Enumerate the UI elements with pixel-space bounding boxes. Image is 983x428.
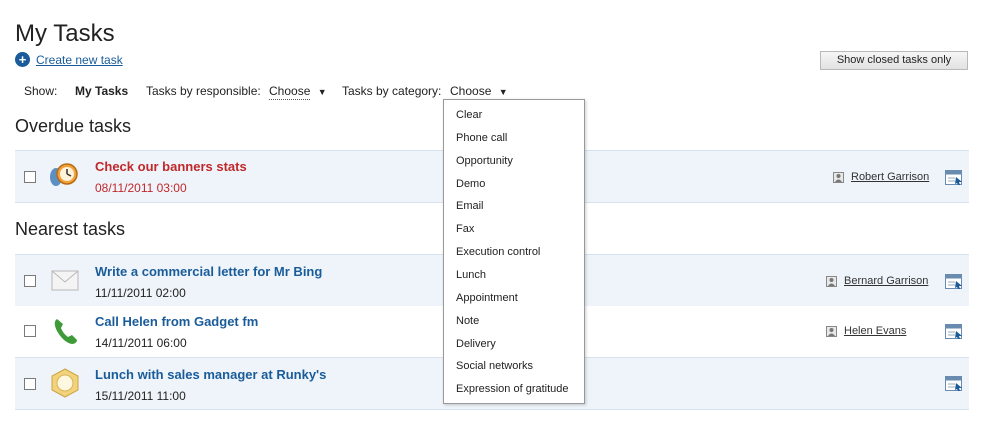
task-date: 08/11/2011 03:00 (95, 181, 187, 195)
task-date: 15/11/2011 11:00 (95, 389, 186, 403)
menu-item-demo[interactable]: Demo (456, 178, 485, 190)
task-checkbox[interactable] (24, 171, 36, 183)
create-new-task-link[interactable]: + Create new task (15, 52, 123, 67)
overdue-tasks-heading: Overdue tasks (15, 116, 132, 136)
menu-item-social-networks[interactable]: Social networks (456, 360, 533, 372)
show-closed-tasks-button[interactable]: Show closed tasks only (820, 51, 968, 70)
category-filter-dropdown[interactable]: Choose ▼ (450, 84, 508, 100)
calendar-icon[interactable] (945, 376, 963, 392)
menu-item-note[interactable]: Note (456, 315, 479, 327)
create-new-task-label[interactable]: Create new task (36, 53, 123, 67)
menu-item-lunch[interactable]: Lunch (456, 269, 486, 281)
show-label: Show: (24, 84, 58, 98)
task-title[interactable]: Check our banners stats (95, 159, 247, 174)
task-responsible[interactable]: Helen Evans (844, 325, 906, 337)
task-title[interactable]: Call Helen from Gadget fm (95, 314, 258, 329)
category-filter-label: Tasks by category: (342, 84, 442, 98)
calendar-icon[interactable] (945, 274, 963, 290)
chevron-down-icon[interactable]: ▼ (499, 87, 508, 97)
task-checkbox[interactable] (24, 275, 36, 287)
my-tasks-filter[interactable]: My Tasks (75, 84, 128, 98)
execution-control-icon (50, 163, 78, 186)
nearest-tasks-heading: Nearest tasks (15, 219, 126, 239)
envelope-icon (51, 270, 79, 291)
person-icon (826, 276, 837, 287)
category-dropdown-menu: Clear Phone call Opportunity Demo Email … (443, 99, 585, 404)
phone-icon (54, 319, 77, 344)
task-checkbox[interactable] (24, 325, 36, 337)
task-title[interactable]: Write a commercial letter for Mr Bing (95, 264, 322, 279)
responsible-filter-value[interactable]: Choose (269, 84, 311, 100)
menu-item-appointment[interactable]: Appointment (456, 292, 518, 304)
task-responsible[interactable]: Bernard Garrison (844, 275, 928, 287)
page-title: My Tasks (15, 20, 115, 47)
menu-item-email[interactable]: Email (456, 200, 484, 212)
task-title[interactable]: Lunch with sales manager at Runky's (95, 367, 326, 382)
responsible-filter-label: Tasks by responsible: (146, 84, 261, 98)
task-date: 11/11/2011 02:00 (95, 286, 186, 300)
responsible-filter-dropdown[interactable]: Choose ▼ (269, 84, 327, 100)
lunch-plate-icon (51, 368, 79, 398)
task-date: 14/11/2011 06:00 (95, 336, 187, 350)
menu-item-delivery[interactable]: Delivery (456, 338, 496, 350)
calendar-icon[interactable] (945, 324, 963, 340)
task-responsible[interactable]: Robert Garrison (851, 171, 929, 183)
menu-item-phone-call[interactable]: Phone call (456, 132, 507, 144)
menu-item-fax[interactable]: Fax (456, 223, 474, 235)
chevron-down-icon[interactable]: ▼ (318, 87, 327, 97)
menu-item-clear[interactable]: Clear (456, 109, 482, 121)
menu-item-opportunity[interactable]: Opportunity (456, 155, 513, 167)
menu-item-execution-control[interactable]: Execution control (456, 246, 540, 258)
person-icon (826, 326, 837, 337)
task-checkbox[interactable] (24, 378, 36, 390)
person-icon (833, 172, 844, 183)
menu-item-expression-of-gratitude[interactable]: Expression of gratitude (456, 383, 569, 395)
calendar-icon[interactable] (945, 170, 963, 186)
plus-icon: + (15, 52, 30, 67)
category-filter-value[interactable]: Choose (450, 84, 492, 100)
